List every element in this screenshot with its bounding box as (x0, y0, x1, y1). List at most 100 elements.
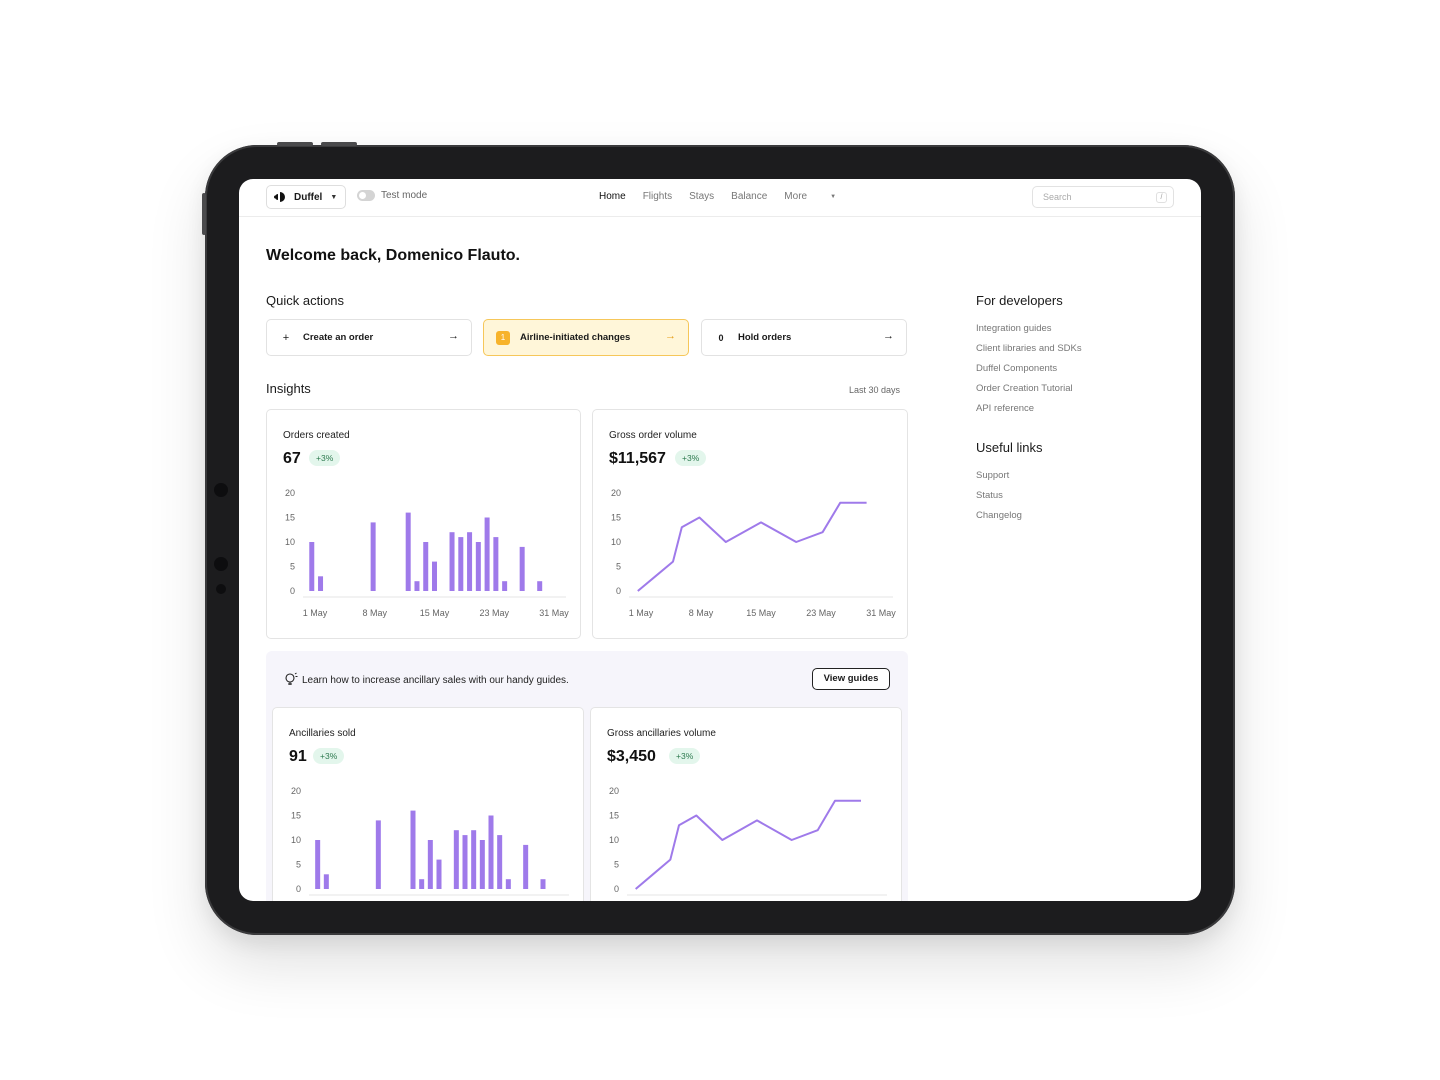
sensor-dot-small (216, 584, 226, 594)
org-switcher[interactable]: Duffel ▼ (266, 185, 346, 209)
search-shortcut-key: / (1156, 192, 1167, 203)
y-tick-label: 0 (290, 586, 295, 596)
link-client-libraries[interactable]: Client libraries and SDKs (976, 339, 1082, 359)
nav-stays[interactable]: Stays (689, 191, 714, 202)
card-title: Gross ancillaries volume (607, 728, 716, 739)
y-tick-label: 15 (291, 811, 301, 821)
chevron-down-icon: ▼ (830, 193, 837, 200)
link-support[interactable]: Support (976, 466, 1022, 486)
y-tick-label: 0 (614, 884, 619, 894)
toggle-switch-icon[interactable] (357, 190, 375, 201)
y-tick-label: 5 (614, 860, 619, 870)
bar (449, 532, 455, 591)
test-mode-toggle[interactable]: Test mode (357, 190, 427, 201)
y-tick-label: 15 (609, 811, 619, 821)
nav-home[interactable]: Home (599, 191, 626, 202)
bar (479, 840, 485, 889)
bar (436, 859, 442, 889)
gross-order-volume-chart: 20 15 10 5 0 1 May 8 May 15 May 23 May 31 May (611, 488, 896, 618)
bar (405, 512, 411, 591)
promo-text: Learn how to increase ancillary sales wi… (302, 675, 569, 686)
y-tick-label: 15 (611, 513, 621, 523)
airline-changes-button[interactable]: 1 Airline-initiated changes → (483, 319, 689, 356)
x-tick-label: 31 May (866, 608, 896, 618)
x-tick-label: 15 May (746, 608, 776, 618)
side-button (202, 193, 206, 235)
orders-created-card: Orders created 67 +3% 20 15 10 5 0 1 May 8 May… (266, 409, 581, 639)
change-badge: +3% (675, 450, 707, 466)
card-title: Ancillaries sold (289, 728, 356, 739)
hold-orders-count: 0 (718, 332, 724, 343)
top-bar: Duffel ▼ Test mode Home Flights Stays Ba… (239, 179, 1201, 217)
bar (453, 830, 459, 889)
y-tick-label: 10 (285, 537, 295, 547)
y-tick-label: 15 (285, 513, 295, 523)
x-tick-label: 8 May (362, 608, 387, 618)
developers-links: Integration guides Client libraries and … (976, 319, 1082, 419)
create-order-button[interactable]: + Create an order → (266, 319, 472, 356)
bar (471, 830, 477, 889)
top-button-1 (277, 142, 313, 146)
view-guides-button[interactable]: View guides (812, 668, 890, 690)
bar (475, 542, 481, 591)
series-line (635, 799, 861, 890)
test-mode-label: Test mode (381, 190, 428, 201)
bar (323, 874, 329, 889)
bar (462, 835, 468, 889)
gross-ancillaries-volume-card: Gross ancillaries volume $3,450 +3% 20 15… (590, 707, 902, 901)
camera-dot (214, 483, 228, 497)
link-integration-guides[interactable]: Integration guides (976, 319, 1082, 339)
nav-more-label: More (784, 191, 808, 202)
bar (410, 810, 416, 889)
arrow-right-icon: → (665, 330, 676, 342)
gross-ancillaries-volume-chart: 20 15 10 5 0 (609, 786, 887, 896)
y-tick-label: 5 (290, 562, 295, 572)
ancillaries-sold-card: Ancillaries sold 91 +3% 20 15 10 5 0 (272, 707, 584, 901)
y-tick-label: 20 (291, 786, 301, 796)
link-changelog[interactable]: Changelog (976, 506, 1022, 526)
lightbulb-icon (285, 672, 298, 685)
y-tick-label: 10 (611, 537, 621, 547)
x-tick-label: 31 May (539, 608, 569, 618)
change-badge: +3% (669, 748, 701, 764)
nav-balance[interactable]: Balance (731, 191, 767, 202)
useful-links: Support Status Changelog (976, 466, 1022, 526)
bar (540, 879, 546, 889)
link-order-creation-tutorial[interactable]: Order Creation Tutorial (976, 379, 1082, 399)
link-api-reference[interactable]: API reference (976, 399, 1082, 419)
bar (414, 581, 420, 591)
y-tick-label: 5 (616, 562, 621, 572)
date-range-label[interactable]: Last 30 days (849, 385, 900, 395)
bar (505, 879, 511, 889)
hold-orders-button[interactable]: 0 Hold orders → (701, 319, 907, 356)
x-tick-label: 1 May (629, 608, 654, 618)
link-duffel-components[interactable]: Duffel Components (976, 359, 1082, 379)
duffel-logo-icon (274, 192, 285, 202)
bar (432, 561, 437, 591)
nav-more[interactable]: More ▼ (784, 191, 853, 202)
card-value: 67 (283, 450, 301, 467)
card-value: $11,567 (609, 450, 666, 467)
org-name: Duffel (294, 191, 323, 203)
bar (502, 581, 508, 591)
top-button-2 (321, 142, 357, 146)
x-tick-label: 23 May (479, 608, 509, 618)
search-placeholder: Search (1043, 192, 1072, 202)
bar (488, 815, 494, 889)
change-badge: +3% (309, 450, 341, 466)
quick-actions-title: Quick actions (266, 293, 345, 308)
link-status[interactable]: Status (976, 486, 1022, 506)
create-order-label: Create an order (303, 332, 374, 343)
y-tick-label: 20 (611, 488, 621, 498)
search-input[interactable]: Search / (1032, 186, 1174, 208)
airline-changes-count: 1 (496, 330, 510, 345)
bar (309, 542, 315, 591)
nav-flights[interactable]: Flights (643, 191, 672, 202)
useful-links-title: Useful links (976, 440, 1043, 455)
bar (370, 522, 376, 591)
ancillaries-sold-chart: 20 15 10 5 0 (291, 786, 569, 896)
bar (315, 840, 321, 889)
chevron-down-icon: ▼ (330, 193, 338, 201)
y-tick-label: 20 (285, 488, 295, 498)
bar (427, 840, 433, 889)
